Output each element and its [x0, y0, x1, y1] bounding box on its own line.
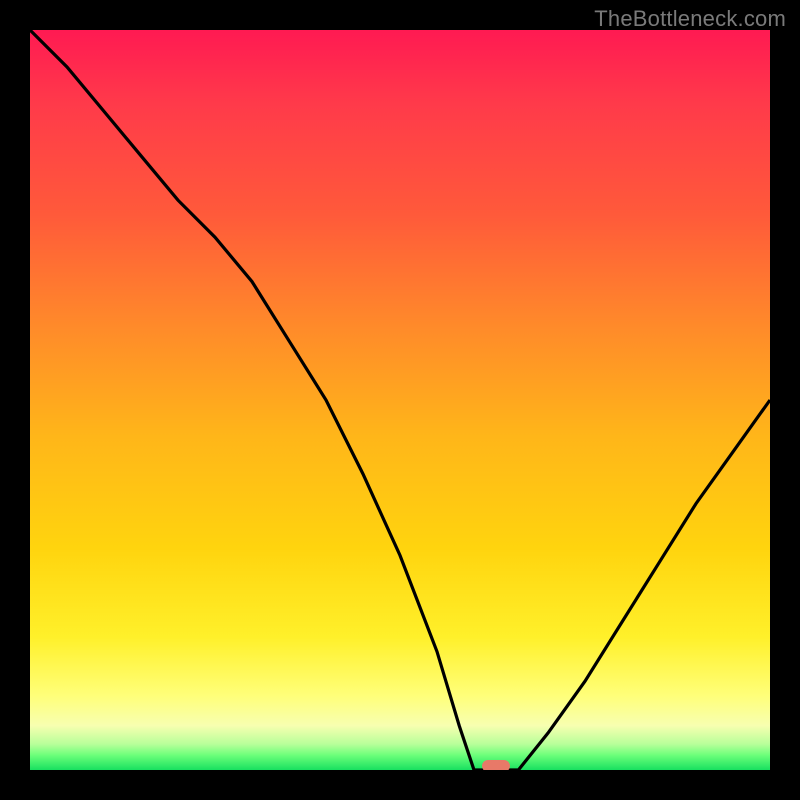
chart-container: TheBottleneck.com — [0, 0, 800, 800]
watermark-text: TheBottleneck.com — [594, 6, 786, 32]
optimal-marker — [482, 760, 510, 770]
curve-path — [30, 30, 770, 770]
plot-area — [30, 30, 770, 770]
bottleneck-curve — [30, 30, 770, 770]
